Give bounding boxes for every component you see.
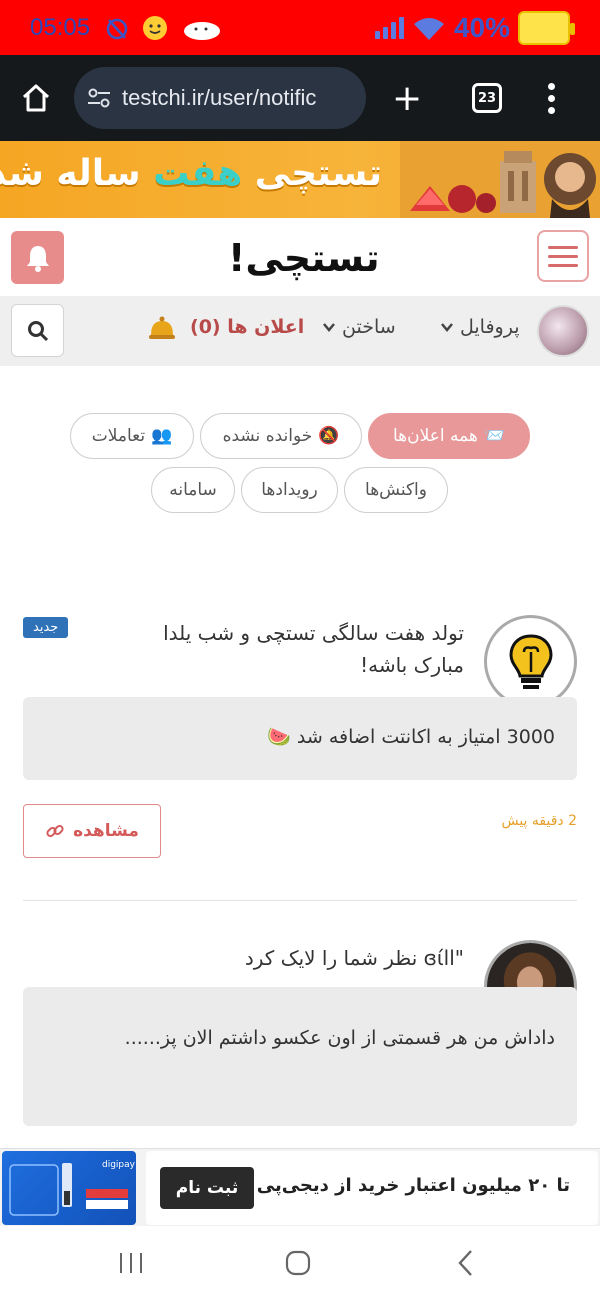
nav-profile[interactable]: پروفایل	[440, 316, 520, 338]
filter-reactions[interactable]: واکنش‌ها	[344, 467, 448, 513]
filter-unread[interactable]: 🔕 خوانده نشده	[200, 413, 362, 459]
battery-percent: 40%	[453, 11, 510, 43]
bell-off-icon: 🔕	[318, 426, 340, 446]
view-button[interactable]: مشاهده	[23, 804, 161, 858]
url-bar[interactable]: testchi.ir/user/notific	[74, 67, 366, 129]
notification-body: داداش من هر قسمتی از اون عکسو داشتم الان…	[23, 987, 577, 1126]
browser-toolbar: testchi.ir/user/notific + 23	[0, 55, 600, 141]
cat-sticker-icon	[184, 21, 221, 40]
ad-text: تا ۲۰ میلیون اعتبار خرید از دیجی‌پی	[256, 1175, 570, 1196]
wifi-icon	[413, 17, 444, 40]
bell-icon	[26, 245, 49, 272]
link-icon	[46, 824, 64, 838]
notifications-bell-button[interactable]	[11, 231, 64, 284]
tab-switcher-button[interactable]: 23	[472, 83, 502, 113]
notification-title: "ɞίll نظر شما را لایک کرد	[244, 946, 464, 970]
home-nav-button[interactable]	[278, 1248, 318, 1278]
back-chevron-icon	[458, 1250, 472, 1276]
notification-body: 3000 امتیاز به اکانتت اضافه شد 🍉	[23, 697, 577, 780]
signup-button[interactable]: ثبت نام	[160, 1167, 254, 1209]
new-tab-button[interactable]: +	[392, 78, 422, 119]
promo-banner[interactable]: تستچی هفت ساله شد	[0, 141, 600, 218]
filter-system[interactable]: سامانه	[151, 467, 235, 513]
banner-illustration	[400, 141, 600, 218]
service-bell-icon	[149, 316, 175, 339]
site-settings-icon	[88, 88, 110, 108]
recent-apps-button[interactable]	[111, 1248, 151, 1278]
search-button[interactable]	[11, 304, 64, 357]
home-button[interactable]	[14, 76, 58, 120]
chevron-down-icon	[323, 323, 335, 332]
users-icon: 👥	[151, 426, 173, 446]
search-icon	[27, 320, 48, 341]
lightbulb-icon	[492, 623, 569, 700]
notification-item: تولد هفت سالگی تستچی و شب یلدا مبارک باش…	[23, 615, 577, 860]
site-logo[interactable]: تستچی!	[228, 236, 381, 280]
status-bar: 05:05 40%	[0, 0, 600, 55]
user-navbar: پروفایل ساختن اعلان ها (0)	[0, 296, 600, 366]
notification-title: تولد هفت سالگی تستچی و شب یلدا مبارک باش…	[163, 621, 464, 677]
user-avatar[interactable]	[537, 305, 589, 357]
notification-divider	[23, 900, 577, 901]
site-header: تستچی!	[0, 218, 600, 296]
back-button[interactable]	[446, 1248, 486, 1278]
home-circle-icon	[285, 1250, 311, 1276]
notification-item: "ɞίll نظر شما را لایک کرد داداش من هر قس…	[23, 940, 577, 1126]
emoji-icon	[143, 15, 168, 40]
home-icon	[22, 84, 50, 112]
notification-time: 2 دقیقه پیش	[501, 813, 577, 829]
ad-image: digipay	[2, 1151, 136, 1225]
nav-notifications[interactable]: اعلان ها (0)	[190, 316, 304, 338]
status-time: 05:05	[30, 13, 91, 41]
more-menu-button[interactable]	[546, 82, 556, 114]
notification-avatar	[484, 615, 577, 708]
new-badge: جدید	[23, 617, 69, 638]
alarm-off-icon	[106, 18, 128, 39]
envelope-icon: 📨	[483, 426, 506, 446]
nav-build[interactable]: ساختن	[322, 316, 396, 338]
chevron-down-icon	[441, 323, 453, 332]
system-navigation-bar	[0, 1226, 600, 1300]
filter-interactions[interactable]: 👥 تعاملات	[70, 413, 194, 459]
url-text: testchi.ir/user/notific	[122, 85, 317, 110]
menu-button[interactable]	[537, 230, 589, 282]
battery-icon	[518, 10, 575, 45]
ad-brand: digipay	[102, 1160, 136, 1170]
recent-apps-icon	[120, 1253, 142, 1273]
banner-text: تستچی هفت ساله شد	[0, 153, 382, 194]
ad-card: تا ۲۰ میلیون اعتبار خرید از دیجی‌پی ثبت …	[146, 1151, 598, 1225]
signal-icon	[374, 16, 404, 39]
digipay-ad[interactable]: digipay تا ۲۰ میلیون اعتبار خرید از دیجی…	[0, 1148, 600, 1226]
filter-events[interactable]: رویدادها	[241, 467, 338, 513]
filter-all-notifications[interactable]: 📨 همه اعلان‌ها	[368, 413, 530, 459]
